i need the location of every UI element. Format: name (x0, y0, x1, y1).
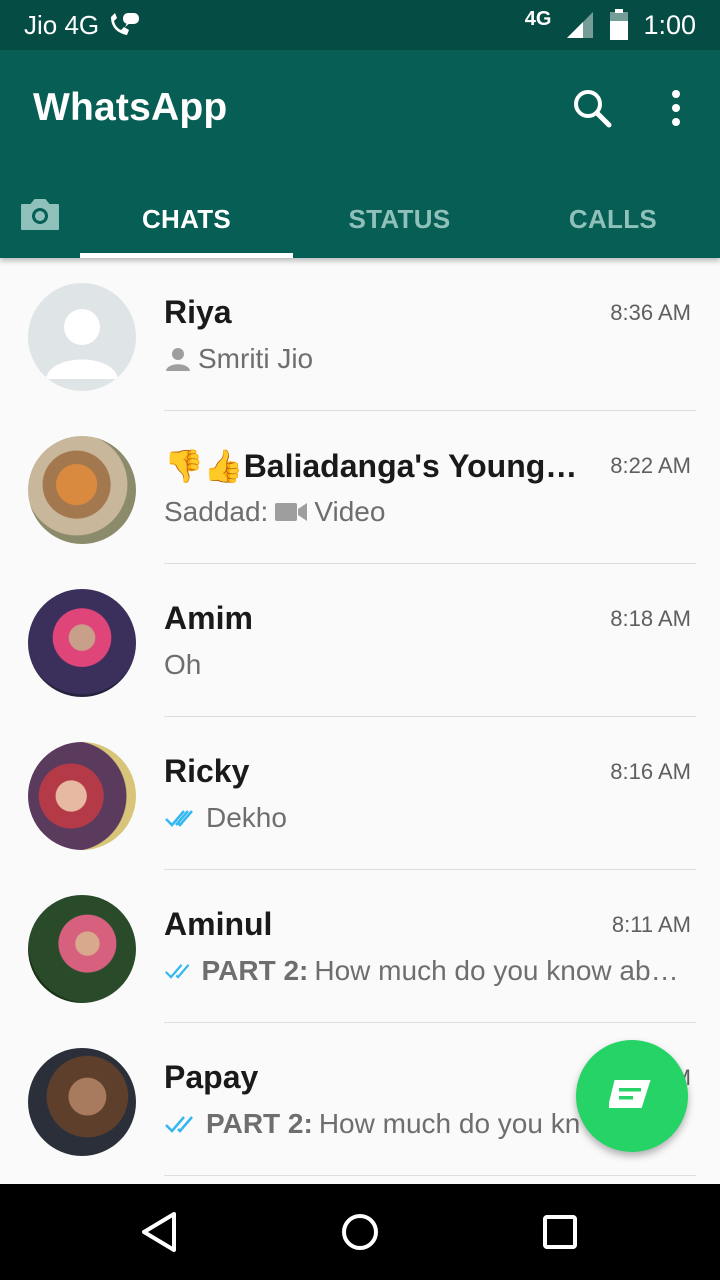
chat-name: Ricky (164, 753, 250, 789)
chat-name: Riya (164, 294, 232, 330)
clock: 1:00 (643, 9, 696, 40)
signal-icon (567, 12, 594, 38)
recents-icon[interactable] (536, 1208, 584, 1256)
new-chat-button[interactable] (576, 1040, 688, 1152)
chat-preview: PART 2: How much do you know about me (164, 955, 684, 987)
chat-message: Smriti Jio (198, 343, 314, 374)
avatar[interactable] (28, 436, 136, 544)
chat-name: 👎👍Baliadanga's Youngsters (164, 448, 594, 484)
chat-message: How much do you know about me (314, 955, 684, 986)
tab-status[interactable]: STATUS (293, 180, 506, 258)
home-icon[interactable] (336, 1208, 384, 1256)
chat-preview: Dekho (164, 802, 287, 834)
carrier-label: Jio 4G (24, 9, 100, 40)
avatar[interactable] (28, 589, 136, 697)
tab-chats[interactable]: CHATS (80, 180, 293, 258)
chat-preview: PART 2: How much do you kn (164, 1108, 580, 1140)
avatar[interactable] (28, 1048, 136, 1156)
chat-time: 8:11 AM (611, 912, 691, 937)
camera-icon[interactable] (18, 192, 62, 236)
chat-name: Papay (164, 1059, 259, 1095)
chat-time: 8:36 AM (610, 300, 691, 325)
chat-row-baliadanga[interactable]: 👎👍Baliadanga's Youngsters 8:22 AM Saddad… (0, 411, 720, 564)
chat-message: Dekho (206, 802, 287, 833)
video-icon (275, 503, 308, 521)
chat-time: 8:16 AM (610, 759, 691, 784)
divider (164, 1175, 696, 1176)
double-tick-icon (164, 964, 190, 979)
app-bar: WhatsApp CHATS STATUS CALLS (0, 50, 720, 258)
chat-preview: Smriti Jio (164, 343, 313, 375)
more-options-icon[interactable] (660, 86, 692, 130)
back-icon[interactable] (136, 1208, 184, 1256)
chat-preview: Oh (164, 649, 201, 681)
new-chat-icon (609, 1080, 651, 1108)
double-tick-icon (165, 1116, 193, 1133)
tab-bar: CHATS STATUS CALLS (0, 180, 720, 258)
tab-calls[interactable]: CALLS (506, 180, 720, 258)
chat-name: Amim (164, 600, 253, 636)
chat-message: Video (314, 496, 386, 527)
default-avatar-icon (46, 309, 118, 379)
chat-name: Aminul (164, 906, 273, 942)
message-prefix: PART 2: (201, 955, 309, 986)
chat-preview: Saddad: Video (164, 496, 385, 528)
chat-row-ricky[interactable]: Ricky 8:16 AM Dekho (0, 717, 720, 870)
double-tick-icon (165, 810, 193, 827)
search-icon[interactable] (570, 86, 614, 130)
avatar[interactable] (28, 742, 136, 850)
chat-message: Oh (164, 649, 202, 680)
chat-row-aminul[interactable]: Aminul 8:11 AM PART 2: How much do you k… (0, 870, 720, 1023)
network-type-label: 4G (524, 7, 552, 30)
status-bar: Jio 4G 4G 1:00 (0, 0, 720, 50)
system-nav-bar (0, 1184, 720, 1280)
chat-row-amim[interactable]: Amim 8:18 AM Oh (0, 564, 720, 717)
person-icon (166, 348, 190, 371)
avatar[interactable] (28, 283, 136, 391)
chat-time: 8:18 AM (610, 606, 691, 631)
wifi-calling-icon (111, 13, 140, 35)
chat-row-riya[interactable]: Riya 8:36 AM Smriti Jio (0, 258, 720, 411)
chat-time: 8:22 AM (610, 453, 691, 478)
avatar[interactable] (28, 895, 136, 1003)
battery-icon (610, 9, 629, 40)
chat-message: How much do you kn (318, 1108, 581, 1139)
message-prefix: PART 2: (206, 1108, 313, 1139)
sender-name: Saddad: (164, 496, 269, 527)
app-title: WhatsApp (33, 86, 228, 129)
